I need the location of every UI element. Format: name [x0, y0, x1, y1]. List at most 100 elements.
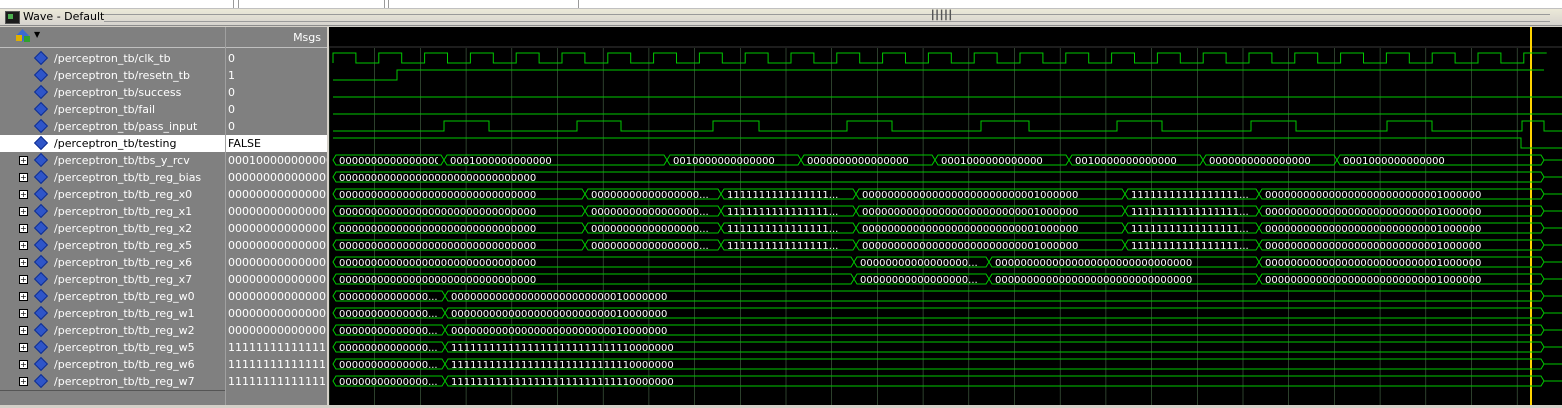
signal-row[interactable]: /perceptron_tb/fail: [0, 101, 225, 118]
signal-row[interactable]: /perceptron_tb/clk_tb: [0, 50, 225, 67]
signal-value-text: FALSE: [228, 137, 261, 150]
signal-value-text: 11111111111111...: [228, 341, 327, 354]
signal-value[interactable]: 0: [226, 50, 327, 67]
signal-value[interactable]: 00000000000000...: [226, 305, 327, 322]
signal-value-text: 00000000000000...: [228, 290, 327, 303]
expand-icon[interactable]: +: [19, 326, 28, 335]
expand-icon[interactable]: +: [19, 309, 28, 318]
signal-diamond-icon: [33, 288, 49, 304]
signal-name: /perceptron_tb/tb_reg_w5: [54, 341, 195, 354]
signal-row[interactable]: + /perceptron_tb/tb_reg_x0: [0, 186, 225, 203]
signal-row[interactable]: /perceptron_tb/pass_input: [0, 118, 225, 135]
signal-row[interactable]: + /perceptron_tb/tb_reg_x1: [0, 203, 225, 220]
signal-value[interactable]: 11111111111111...: [226, 373, 327, 390]
signal-value[interactable]: 00000000000000...: [226, 203, 327, 220]
signal-row[interactable]: + /perceptron_tb/tb_reg_bias: [0, 169, 225, 186]
titlebar-drag-grip[interactable]: ┃┃┃┃┃: [104, 11, 1550, 22]
top-tab-strip: [0, 0, 1562, 9]
signal-row[interactable]: + /perceptron_tb/tb_reg_w5: [0, 339, 225, 356]
signal-row[interactable]: + /perceptron_tb/tbs_y_rcv: [0, 152, 225, 169]
signal-value[interactable]: 00000000000000...: [226, 186, 327, 203]
signal-value[interactable]: 00000000000000...: [226, 254, 327, 271]
signal-value-text: 00000000000000...: [228, 222, 327, 235]
signal-value[interactable]: 00000000000000...: [226, 322, 327, 339]
chevron-down-icon[interactable]: ▼: [34, 30, 40, 39]
signal-row[interactable]: + /perceptron_tb/tb_reg_x5: [0, 237, 225, 254]
signal-diamond-icon: [33, 67, 49, 83]
signal-value[interactable]: FALSE: [226, 135, 327, 152]
signal-diamond-icon: [33, 101, 49, 117]
signal-value-text: 00000000000000...: [228, 324, 327, 337]
signal-row[interactable]: + /perceptron_tb/tb_reg_w0: [0, 288, 225, 305]
signal-value[interactable]: 1: [226, 67, 327, 84]
signal-diamond-icon: [33, 237, 49, 253]
signal-value[interactable]: 00000000000000...: [226, 169, 327, 186]
expand-icon[interactable]: +: [19, 173, 28, 182]
signal-value[interactable]: 0: [226, 101, 327, 118]
signal-row[interactable]: /perceptron_tb/testing: [0, 135, 225, 152]
signal-row[interactable]: + /perceptron_tb/tb_reg_w1: [0, 305, 225, 322]
expand-icon[interactable]: +: [19, 377, 28, 386]
signal-row[interactable]: /perceptron_tb/success: [0, 84, 225, 101]
signal-name: /perceptron_tb/tbs_y_rcv: [54, 154, 190, 167]
signal-name: /perceptron_tb/fail: [54, 103, 156, 116]
signal-value-text: 0: [228, 52, 235, 65]
signal-value[interactable]: 00000000000000...: [226, 288, 327, 305]
pass-input-waveform: [333, 120, 1562, 132]
expand-icon[interactable]: +: [19, 156, 28, 165]
names-scrollbar[interactable]: [0, 390, 225, 391]
signal-value[interactable]: 0: [226, 84, 327, 101]
signal-names-pane: ▼ /perceptron_tb/clk_tb/perceptron_tb/re…: [0, 27, 225, 405]
expand-icon[interactable]: +: [19, 275, 28, 284]
waveform-pane[interactable]: 0000000000000000 0001000000000000 00100000…: [328, 27, 1562, 405]
expand-icon[interactable]: +: [19, 207, 28, 216]
expand-icon[interactable]: +: [19, 241, 28, 250]
expand-icon[interactable]: +: [19, 190, 28, 199]
signal-name: /perceptron_tb/tb_reg_w2: [54, 324, 195, 337]
signal-row[interactable]: + /perceptron_tb/tb_reg_w2: [0, 322, 225, 339]
waveform-canvas[interactable]: 0000000000000000 0001000000000000 00100000…: [328, 27, 1562, 405]
signal-value-text: 0: [228, 120, 235, 133]
signal-diamond-icon: [33, 169, 49, 185]
expand-icon[interactable]: +: [19, 343, 28, 352]
signal-value[interactable]: 00000000000000...: [226, 220, 327, 237]
signal-value[interactable]: 11111111111111...: [226, 356, 327, 373]
signal-diamond-icon: [33, 135, 49, 151]
signal-diamond-icon: [33, 186, 49, 202]
grip-handle-icon[interactable]: ┃┃┃┃┃: [930, 11, 960, 21]
signal-value-text: 00000000000000...: [228, 256, 327, 269]
signal-row[interactable]: + /perceptron_tb/tb_reg_x7: [0, 271, 225, 288]
expand-icon[interactable]: +: [19, 258, 28, 267]
signal-name: /perceptron_tb/tb_reg_x6: [54, 256, 193, 269]
signal-diamond-icon: [33, 322, 49, 338]
signal-value[interactable]: 11111111111111...: [226, 339, 327, 356]
signal-row[interactable]: + /perceptron_tb/tb_reg_w6: [0, 356, 225, 373]
signal-name: /perceptron_tb/tb_reg_x0: [54, 188, 193, 201]
signal-value-text: 00000000000000...: [228, 239, 327, 252]
expand-icon[interactable]: +: [19, 360, 28, 369]
signal-value-text: 0001000000000000: [228, 154, 327, 167]
signal-row[interactable]: + /perceptron_tb/tb_reg_w7: [0, 373, 225, 390]
wave-window-titlebar[interactable]: Wave - Default ┃┃┃┃┃: [0, 9, 1562, 26]
signal-value[interactable]: 0: [226, 118, 327, 135]
msgs-header-label: Msgs: [293, 31, 321, 44]
wave-format-icon[interactable]: [16, 29, 31, 43]
signal-value-text: 11111111111111...: [228, 375, 327, 388]
signal-row[interactable]: + /perceptron_tb/tb_reg_x2: [0, 220, 225, 237]
wave-header-strip: [329, 27, 1562, 47]
signal-value-text: 00000000000000...: [228, 273, 327, 286]
signal-value-text: 0: [228, 86, 235, 99]
signal-diamond-icon: [33, 84, 49, 100]
msgs-pane: Msgs 0 1 0 0 0 FALSE 00010000000000 00 000000000…: [225, 27, 327, 405]
signal-value[interactable]: 00000000000000...: [226, 237, 327, 254]
signal-name: /perceptron_tb/pass_input: [54, 120, 198, 133]
signal-value[interactable]: 0001000000000000: [226, 152, 327, 169]
expand-icon[interactable]: +: [19, 292, 28, 301]
signal-row[interactable]: /perceptron_tb/resetn_tb: [0, 67, 225, 84]
signal-diamond-icon: [33, 305, 49, 321]
signal-diamond-icon: [33, 339, 49, 355]
signal-value[interactable]: 00000000000000...: [226, 271, 327, 288]
signal-row[interactable]: + /perceptron_tb/tb_reg_x6: [0, 254, 225, 271]
msgs-pane-header: Msgs: [226, 27, 327, 48]
expand-icon[interactable]: +: [19, 224, 28, 233]
